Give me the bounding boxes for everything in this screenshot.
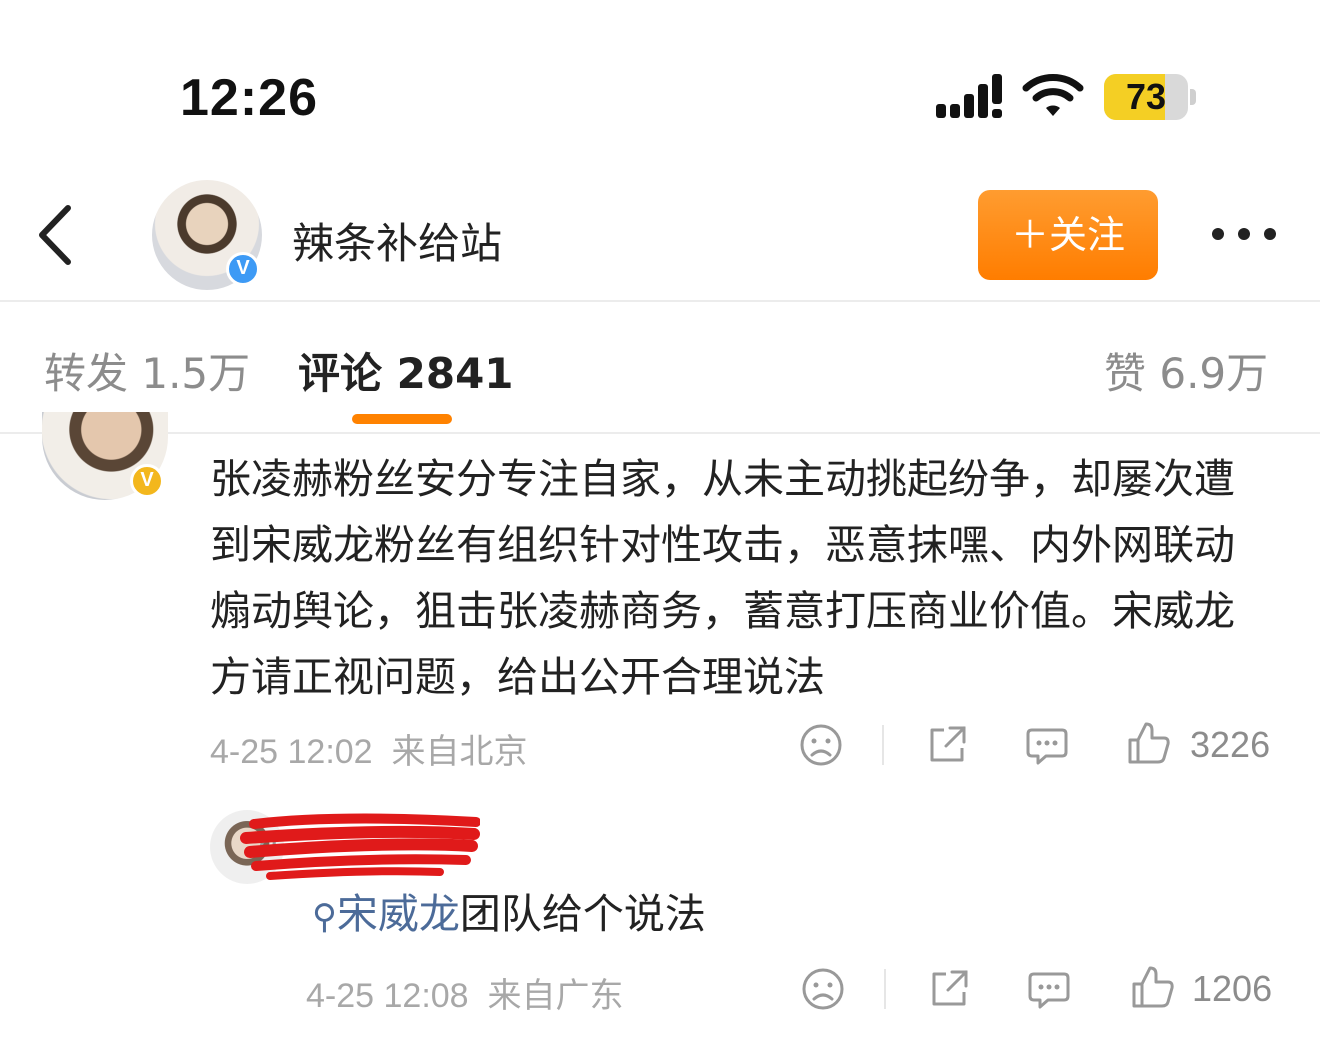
divider bbox=[882, 725, 884, 765]
follow-button[interactable]: ＋关注 bbox=[978, 190, 1158, 280]
tab-bar: 转发 1.5万 评论 2841 赞 6.9万 bbox=[0, 304, 1320, 434]
post-header: V 辣条补给站 ＋关注 bbox=[0, 170, 1320, 302]
comment-time: 4-25 12:02 bbox=[210, 733, 373, 771]
dislike-icon[interactable] bbox=[800, 966, 846, 1012]
comment-icon[interactable] bbox=[1024, 722, 1070, 768]
reply-body: 团队给个说法 bbox=[459, 890, 706, 938]
verified-badge-icon: V bbox=[130, 464, 164, 498]
dislike-icon[interactable] bbox=[798, 722, 844, 768]
reply-location: 来自广东 bbox=[487, 977, 624, 1015]
thumbs-up-icon[interactable] bbox=[1130, 964, 1176, 1010]
redaction-scribble bbox=[240, 813, 480, 880]
wifi-icon bbox=[1022, 74, 1084, 116]
active-tab-indicator bbox=[352, 414, 452, 424]
cellular-signal-icon bbox=[936, 74, 1002, 118]
divider bbox=[884, 969, 886, 1009]
comment-text: 张凌赫粉丝安分专注自家，从未主动挑起纷争，却屡次遭到宋威龙粉丝有组织针对性攻击，… bbox=[210, 455, 1235, 701]
verified-badge-icon: V bbox=[226, 252, 260, 286]
clock: 12:26 bbox=[180, 69, 318, 127]
tab-reposts[interactable]: 转发 1.5万 bbox=[44, 340, 250, 401]
comment-icon[interactable] bbox=[1026, 966, 1072, 1012]
share-icon[interactable] bbox=[926, 966, 972, 1012]
back-arrow-icon[interactable] bbox=[30, 200, 80, 270]
share-icon[interactable] bbox=[924, 722, 970, 768]
tab-likes[interactable]: 赞 6.9万 bbox=[1104, 340, 1268, 401]
thumbs-up-icon[interactable] bbox=[1126, 720, 1172, 766]
reply-text: ⚲宋威龙团队给个说法 bbox=[312, 880, 706, 940]
topic-link[interactable]: ⚲宋威龙 bbox=[312, 890, 460, 938]
account-name[interactable]: 辣条补给站 bbox=[292, 210, 502, 271]
comment-meta: 4-25 12:02 来自北京 bbox=[210, 724, 528, 773]
battery-percent: 73 bbox=[1125, 76, 1167, 117]
tab-comments[interactable]: 评论 2841 bbox=[298, 340, 514, 401]
topic-text: 宋威龙 bbox=[336, 890, 460, 938]
status-bar: 12:26 73 bbox=[0, 0, 1320, 160]
battery-icon: 73 bbox=[1104, 74, 1196, 120]
like-count: 3226 bbox=[1190, 724, 1271, 765]
like-count: 1206 bbox=[1192, 968, 1273, 1009]
more-options-icon[interactable] bbox=[1206, 214, 1282, 254]
comment-location: 来自北京 bbox=[391, 733, 528, 771]
reply-meta: 4-25 12:08 来自广东 bbox=[306, 968, 624, 1017]
search-icon: ⚲ bbox=[312, 897, 337, 937]
reply-time: 4-25 12:08 bbox=[306, 977, 469, 1015]
